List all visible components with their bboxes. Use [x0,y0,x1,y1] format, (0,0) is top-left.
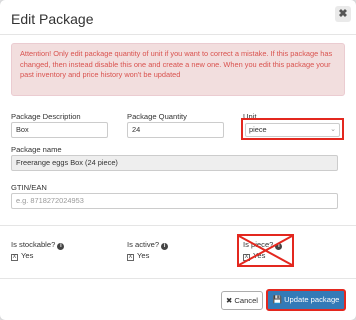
warning-alert: Attention! Only edit package quantity of… [11,43,345,96]
floppy-icon: 💾 [272,295,283,304]
package-name-label: Package name [11,145,62,154]
active-label: Is active? i [127,240,169,250]
disabled-cross-overlay [237,234,294,267]
gtin-placeholder: e.g. 8718272024953 [16,196,84,205]
cancel-label: Cancel [234,296,258,305]
stockable-checkbox[interactable]: X Yes [11,251,33,261]
update-label: Update package [284,295,340,304]
stockable-label: Is stockable? i [11,240,65,250]
cross-icon [238,235,293,266]
times-icon: ✖ [225,296,233,305]
package-quantity-input[interactable]: 24 [127,122,224,138]
checkbox-icon: X [127,254,134,261]
active-value: Yes [137,251,150,260]
close-button[interactable]: ✖ [335,6,351,22]
dialog-header: Edit Package ✖ [0,0,356,35]
checkbox-icon: X [11,254,18,261]
section-divider [0,225,356,226]
active-label-text: Is active? [127,240,160,249]
gtin-input[interactable]: e.g. 8718272024953 [11,193,338,209]
unit-select-value: piece [249,125,267,134]
active-checkbox[interactable]: X Yes [127,251,149,261]
edit-package-dialog: Edit Package ✖ Attention! Only edit pack… [0,0,356,320]
cancel-button[interactable]: ✖ Cancel [221,291,263,310]
stockable-label-text: Is stockable? [11,240,56,249]
chevron-down-icon: ⌄ [330,126,336,133]
info-icon: i [161,243,169,250]
package-name-field: Freerange eggs Box (24 piece) [11,155,338,171]
stockable-value: Yes [21,251,34,260]
info-icon: i [57,243,65,250]
footer-divider [0,278,356,279]
unit-select[interactable]: piece ⌄ [245,123,340,137]
dialog-title: Edit Package [11,11,94,27]
update-package-button[interactable]: 💾 Update package [266,289,346,311]
package-description-input[interactable]: Box [11,122,108,138]
unit-select-highlight: piece ⌄ [241,118,344,140]
gtin-label: GTIN/EAN [11,183,47,192]
package-quantity-label: Package Quantity [127,112,187,121]
package-description-label: Package Description [11,112,81,121]
